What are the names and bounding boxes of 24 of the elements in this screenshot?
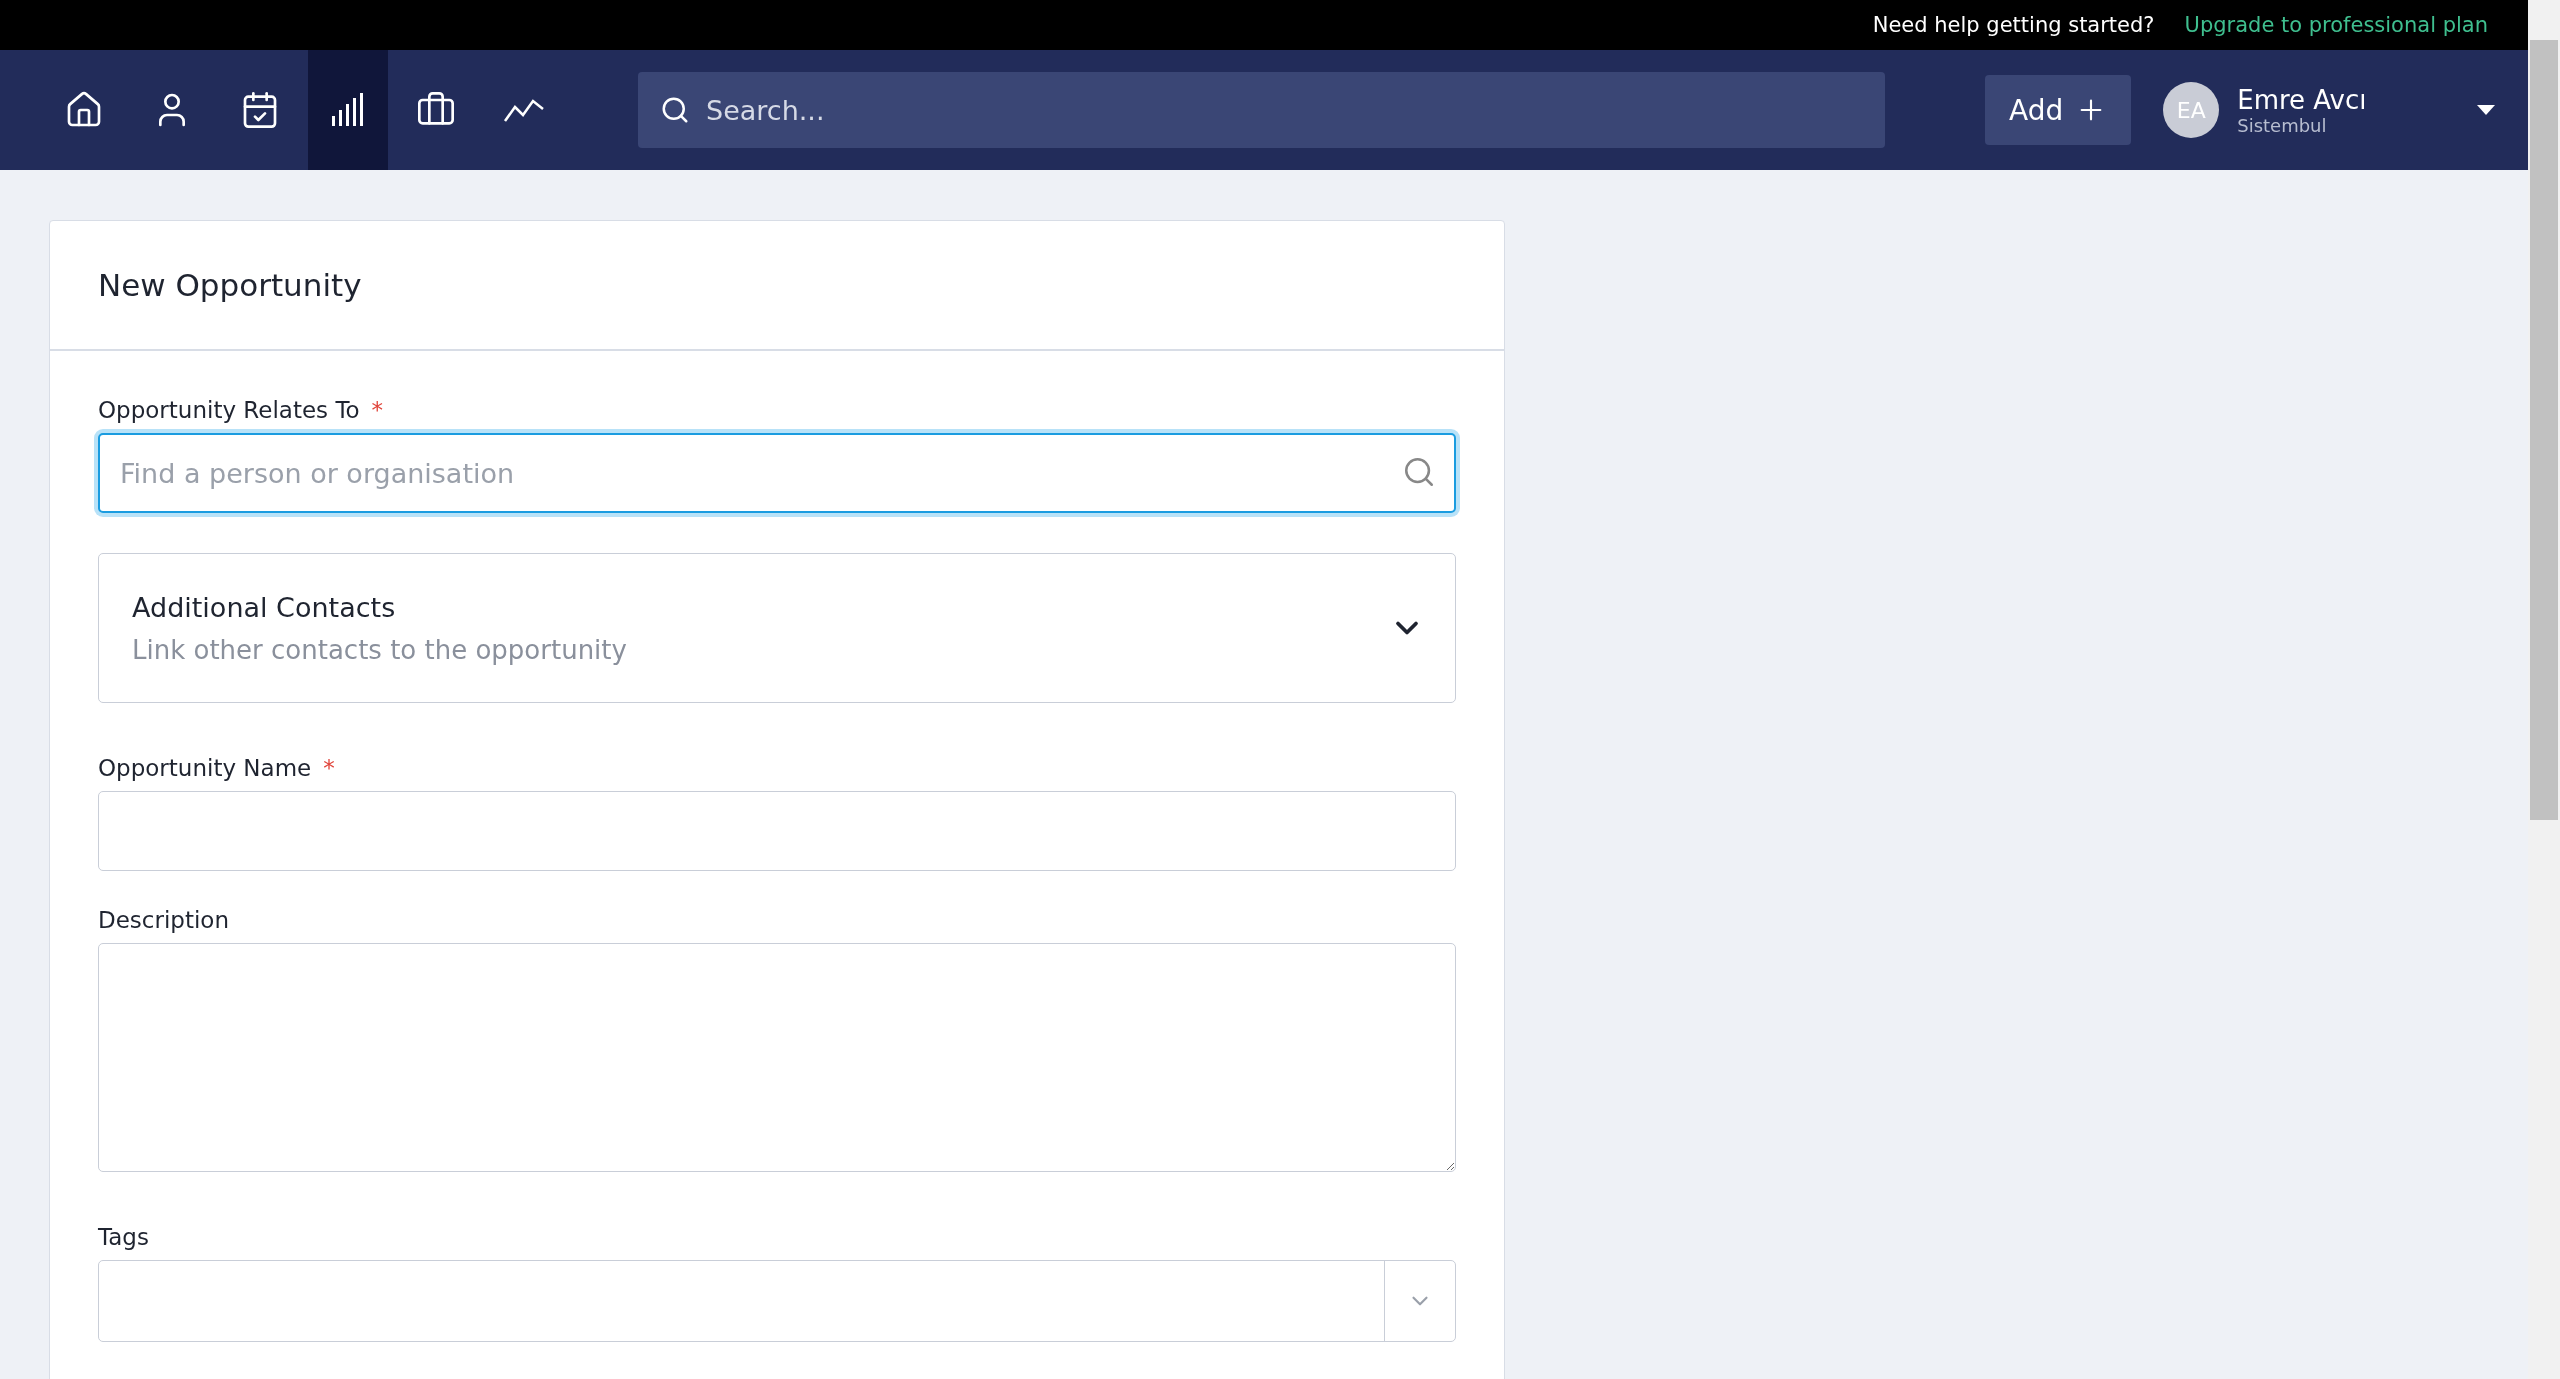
user-company: Sistembul [2237,114,2328,136]
add-button[interactable]: Add [1985,75,2132,145]
description-field[interactable] [98,943,1456,1172]
caret-icon[interactable] [2476,105,2495,115]
panel-title: Additional Contacts [132,591,397,623]
nav-tab[interactable] [308,50,388,170]
user-name: Emre Avcı [2237,84,2367,115]
field-label: Description [98,907,229,933]
required-asterisk: * [323,755,335,781]
panel-subtitle: Link other contacts to the opportunity [132,634,627,665]
field-label: Opportunity Name [98,755,312,781]
search-icon [1402,455,1436,489]
field-label: Opportunity Relates To [98,397,360,423]
scrollbar[interactable] [2528,0,2560,1379]
form-title: New Opportunity [98,267,362,303]
search-field[interactable]: Search... [638,72,1885,148]
opportunity-name-field[interactable] [98,791,1456,871]
upgrade-link[interactable]: Upgrade to professional plan [2184,13,2488,37]
field-label: Tags [98,1224,149,1250]
relates-to-field[interactable]: Find a person or organisation [98,433,1456,513]
help-text: Need help getting started? [1872,13,2155,37]
required-asterisk: * [371,397,384,423]
search-icon [660,95,690,125]
additional-contacts-panel[interactable]: Additional Contacts Link other contacts to the opportunity [98,553,1456,703]
